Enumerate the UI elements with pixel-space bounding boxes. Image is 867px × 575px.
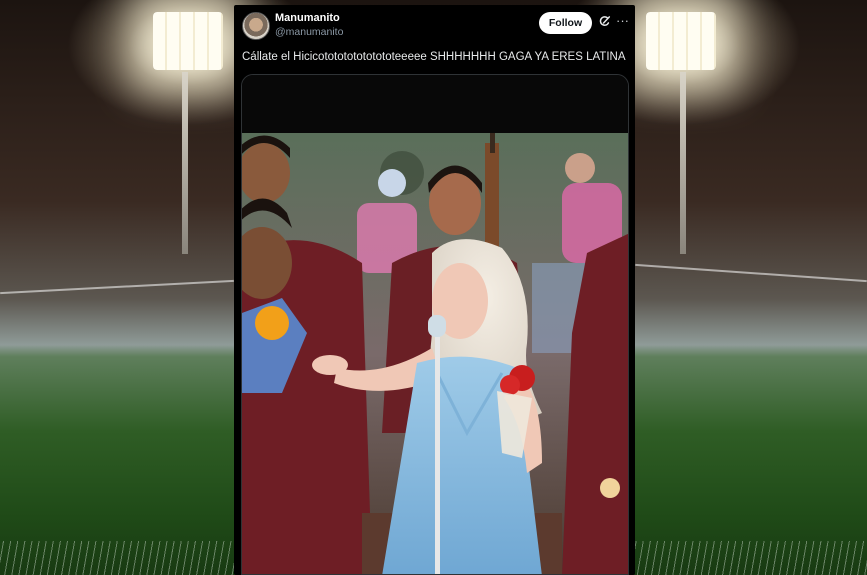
media-letterbox — [242, 75, 628, 133]
post-media[interactable] — [241, 74, 629, 575]
author-name[interactable]: Manumanito — [275, 12, 340, 24]
performance-photo[interactable] — [242, 133, 629, 575]
post-text: Cállate el Hicicototototototototeeeee SH… — [242, 51, 626, 63]
light-pole-left — [182, 72, 188, 254]
more-icon[interactable]: ··· — [616, 13, 629, 28]
avatar[interactable] — [242, 12, 270, 40]
light-pole-right — [680, 72, 686, 254]
author-handle[interactable]: @manumanito — [275, 26, 343, 38]
grok-icon[interactable] — [598, 15, 611, 28]
stadium-light-right — [646, 12, 716, 70]
follow-button[interactable]: Follow — [539, 12, 592, 34]
stadium-light-left — [153, 12, 223, 70]
post-card: Manumanito @manumanito Follow ··· Cállat… — [234, 5, 635, 575]
